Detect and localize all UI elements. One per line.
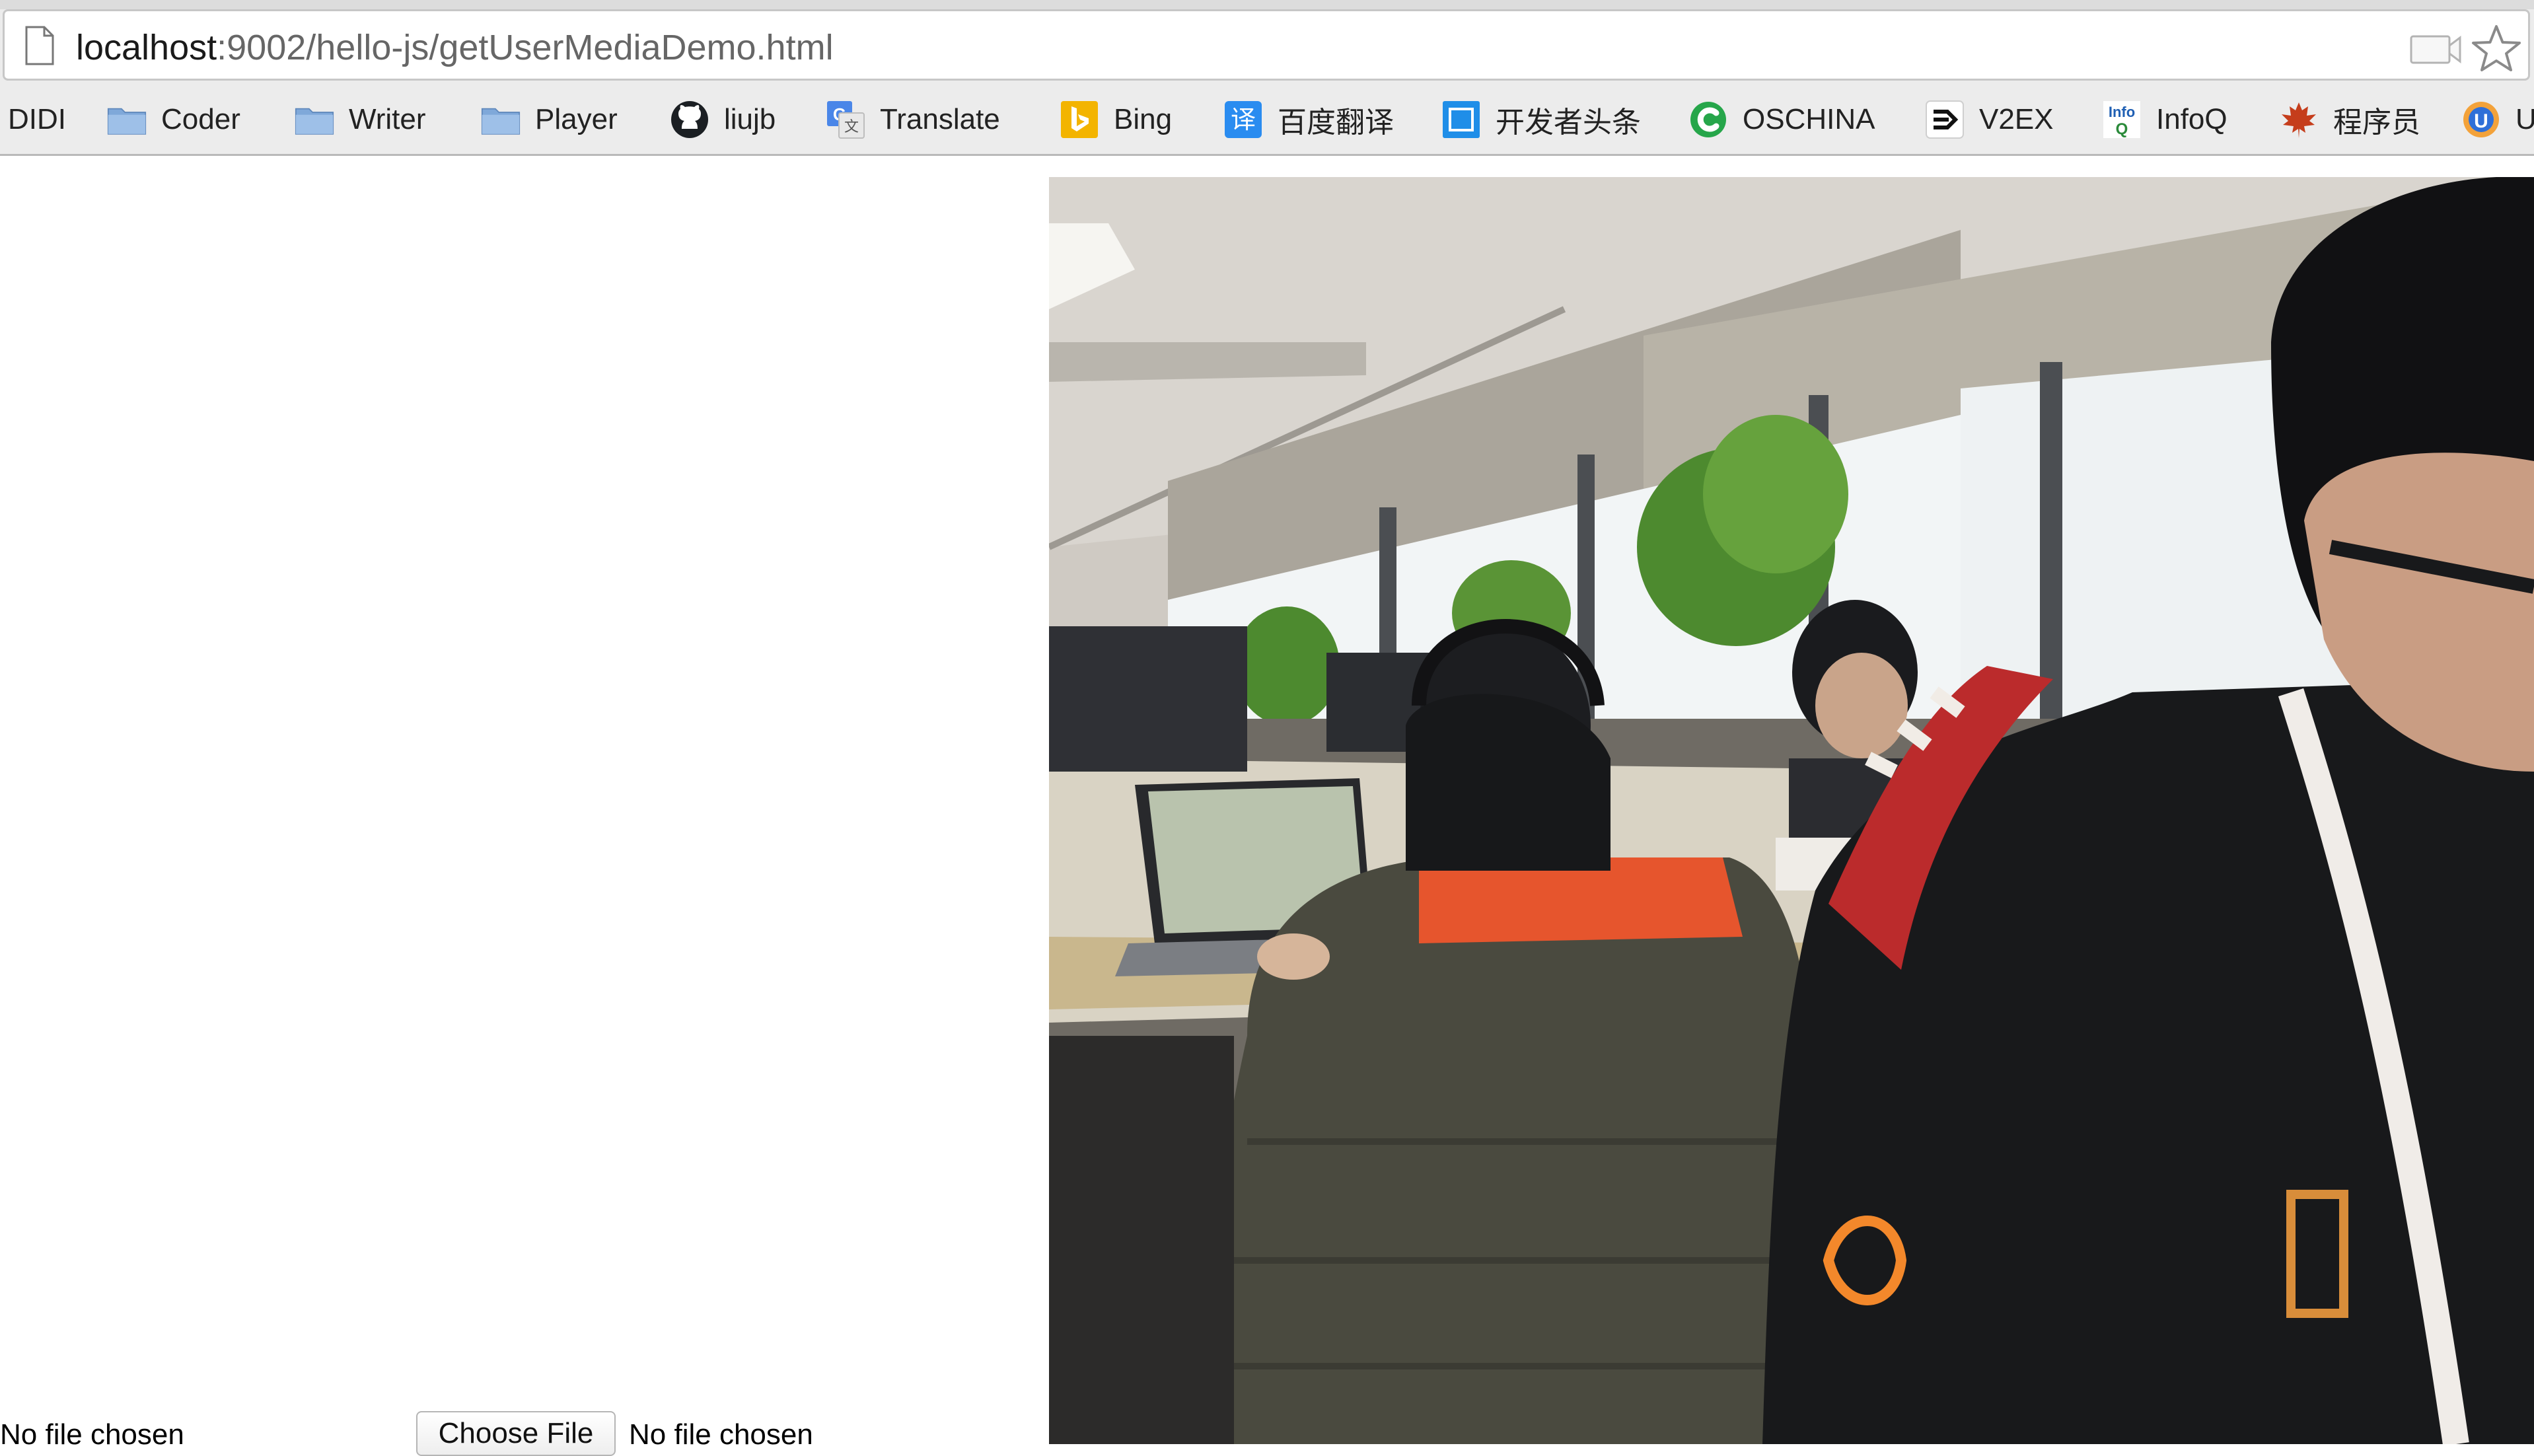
document-icon [25, 26, 54, 65]
v2ex-icon [1925, 100, 1965, 139]
svg-text:文: 文 [844, 119, 859, 135]
folder-icon [107, 100, 147, 139]
bookmark-label: DIDI [8, 103, 66, 135]
bookmark-label: Player [535, 103, 618, 135]
choose-file-button[interactable]: Choose File [416, 1411, 616, 1456]
bookmark-label: Bing [1114, 103, 1173, 135]
bookmark-liujb[interactable]: liujb [670, 91, 776, 148]
cast-icon[interactable] [2409, 31, 2462, 67]
baidu-translate-icon: 译 [1223, 100, 1263, 139]
bookmark-baidu-translate[interactable]: 译 百度翻译 [1223, 91, 1394, 148]
bookmark-label: Writer [349, 103, 426, 135]
toutiao-icon [1441, 100, 1481, 139]
github-icon [670, 100, 709, 139]
browser-chrome: localhost:9002/hello-js/getUserMediaDemo… [0, 0, 2534, 156]
folder-icon [481, 100, 521, 139]
webcam-video-frame [1049, 177, 2534, 1444]
svg-text:Info: Info [2109, 104, 2135, 120]
address-bar[interactable]: localhost:9002/hello-js/getUserMediaDemo… [3, 9, 2530, 81]
bookmark-label: 开发者头条 [1496, 106, 1641, 139]
svg-text:译: 译 [1231, 105, 1256, 134]
bookmarks-bar: DIDI Coder Writer Player liujb 文 Transla… [0, 91, 2534, 148]
bookmark-translate[interactable]: G 文 Translate [826, 91, 1000, 148]
bookmark-label: 百度翻译 [1278, 106, 1394, 139]
file-status-left: No file chosen [0, 1418, 184, 1451]
url-text[interactable]: localhost:9002/hello-js/getUserMediaDemo… [76, 24, 834, 71]
bookmark-folder-coder[interactable]: Coder [107, 91, 240, 148]
bookmark-label: OSCHINA [1743, 103, 1875, 135]
svg-text:U: U [2474, 110, 2488, 132]
url-host: localhost [76, 28, 217, 67]
star-icon[interactable] [2471, 23, 2522, 75]
bookmark-programmer[interactable]: 程序员 [2279, 91, 2420, 148]
bookmark-infoq[interactable]: Info Q InfoQ [2102, 91, 2227, 148]
bookmark-label: liujb [724, 103, 776, 135]
maple-leaf-icon [2279, 100, 2319, 139]
bookmark-v2ex[interactable]: V2EX [1925, 91, 2054, 148]
webcam-scene-image [1049, 177, 2534, 1444]
file-status: No file chosen [629, 1418, 813, 1451]
bookmark-label: V2EX [1979, 103, 2054, 135]
google-translate-icon: G 文 [826, 100, 865, 139]
bookmark-label: InfoQ [2156, 103, 2227, 135]
bookmark-label: Coder [161, 103, 240, 135]
bookmark-label: U [2516, 103, 2534, 135]
u-icon: U [2461, 100, 2501, 139]
oschina-icon [1688, 100, 1728, 139]
bookmark-folder-writer[interactable]: Writer [295, 91, 426, 148]
bookmark-label: 程序员 [2333, 106, 2420, 139]
url-path: :9002/hello-js/getUserMediaDemo.html [217, 28, 834, 67]
bookmark-toutiao[interactable]: 开发者头条 [1441, 91, 1641, 148]
bookmark-didi[interactable]: DIDI [8, 91, 66, 148]
bookmark-bing[interactable]: Bing [1060, 91, 1172, 148]
folder-icon [295, 100, 334, 139]
bookmark-folder-player[interactable]: Player [481, 91, 618, 148]
bookmark-u[interactable]: U U [2461, 91, 2534, 148]
infoq-icon: Info Q [2102, 100, 2142, 139]
bookmark-label: Translate [880, 103, 1000, 135]
window-top-edge [0, 0, 2534, 9]
bookmark-oschina[interactable]: OSCHINA [1688, 91, 1875, 148]
svg-text:Q: Q [2116, 120, 2128, 138]
bing-icon [1060, 100, 1099, 139]
